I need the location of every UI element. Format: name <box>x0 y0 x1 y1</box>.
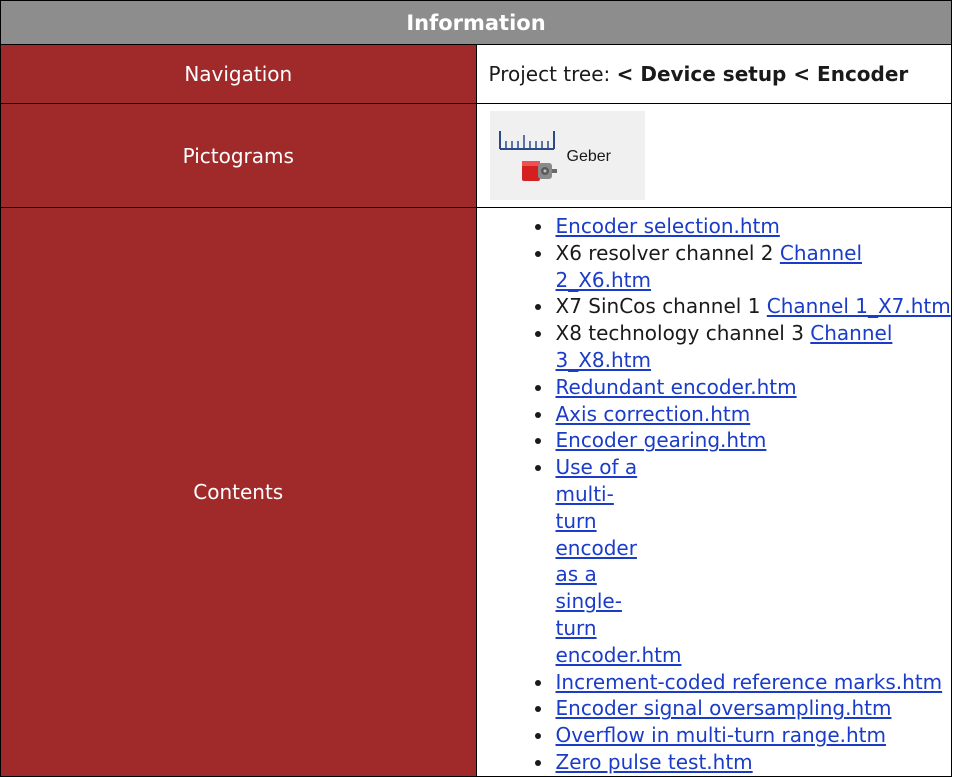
pictograms-label: Pictograms <box>0 103 477 208</box>
navigation-label: Navigation <box>0 44 477 104</box>
zero-pulse-test-link[interactable]: Zero pulse test.htm <box>556 750 753 774</box>
contents-list: Encoder selection.htm X6 resolver channe… <box>477 208 952 776</box>
encoder-selection-link[interactable]: Encoder selection.htm <box>556 214 780 238</box>
navigation-row: Navigation Project tree: < Device setup … <box>0 44 952 104</box>
list-item: Increment-coded reference marks.htm <box>534 669 952 696</box>
list-item: Encoder signal oversampling.htm <box>534 695 952 722</box>
list-item: X7 SinCos channel 1 Channel 1_X7.htm <box>534 293 952 320</box>
list-item: X6 resolver channel 2 Channel 2_X6.htm <box>534 240 952 294</box>
list-item: Overflow in multi-turn range.htm <box>534 722 952 749</box>
list-item: Encoder gearing.htm <box>534 427 952 454</box>
pictogram-caption: Geber <box>566 148 611 165</box>
contents-row: Contents Encoder selection.htm X6 resolv… <box>0 207 952 777</box>
navigation-prefix: Project tree: <box>488 62 617 86</box>
pictograms-value: Geber <box>475 103 952 208</box>
information-table: Information Navigation Project tree: < D… <box>0 0 952 777</box>
encoder-icon <box>498 131 557 181</box>
list-item: Zero pulse test.htm <box>534 749 952 776</box>
redundant-encoder-link[interactable]: Redundant encoder.htm <box>556 375 797 399</box>
multi-turn-single-turn-link[interactable]: Use of a multi-turn encoder as a single-… <box>556 455 682 667</box>
list-item: Axis correction.htm <box>534 401 952 428</box>
overflow-multi-turn-range-link[interactable]: Overflow in multi-turn range.htm <box>556 723 887 747</box>
contents-value: Encoder selection.htm X6 resolver channe… <box>475 207 952 777</box>
encoder-gearing-link[interactable]: Encoder gearing.htm <box>556 428 767 452</box>
increment-coded-reference-marks-link[interactable]: Increment-coded reference marks.htm <box>556 670 943 694</box>
contents-label: Contents <box>0 207 477 777</box>
encoder-pictogram: Geber <box>489 111 645 200</box>
table-header: Information <box>0 0 952 45</box>
axis-correction-link[interactable]: Axis correction.htm <box>556 402 751 426</box>
list-item: Use of a multi-turn encoder as a single-… <box>534 454 952 668</box>
navigation-breadcrumb: < Device setup < Encoder <box>616 62 909 86</box>
list-item: Encoder selection.htm <box>534 213 952 240</box>
list-item: X8 technology channel 3 Channel 3_X8.htm <box>534 320 952 374</box>
encoder-signal-oversampling-link[interactable]: Encoder signal oversampling.htm <box>556 696 892 720</box>
list-item: Redundant encoder.htm <box>534 374 952 401</box>
navigation-path: Project tree: < Device setup < Encoder <box>477 62 952 86</box>
channel-1-x7-link[interactable]: Channel 1_X7.htm <box>767 294 951 318</box>
pictograms-row: Pictograms Geber <box>0 103 952 208</box>
navigation-value: Project tree: < Device setup < Encoder <box>475 44 952 104</box>
